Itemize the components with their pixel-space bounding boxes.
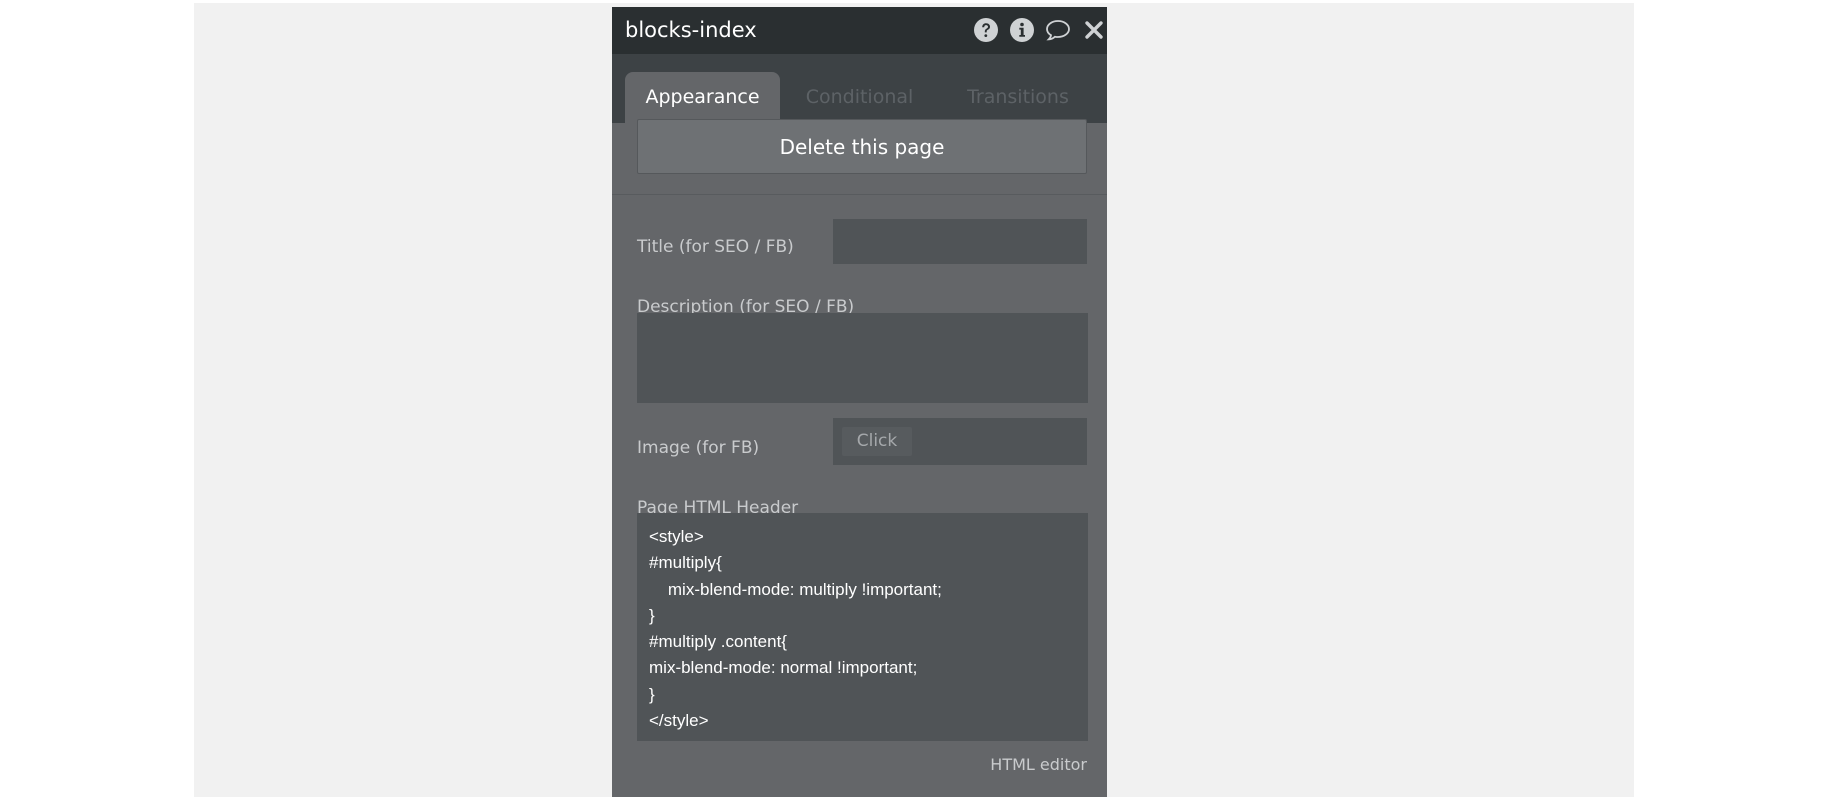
title-seo-input[interactable] bbox=[833, 219, 1087, 264]
tab-appearance[interactable]: Appearance bbox=[625, 72, 780, 123]
code-line: } bbox=[649, 684, 655, 704]
delete-page-button[interactable]: Delete this page bbox=[637, 119, 1087, 174]
panel-titlebar[interactable]: blocks-index bbox=[612, 7, 1107, 54]
question-circle-icon[interactable] bbox=[973, 17, 999, 43]
code-line: <style> bbox=[649, 527, 704, 546]
close-icon[interactable] bbox=[1081, 17, 1107, 43]
title-icons bbox=[963, 15, 1107, 45]
section-divider bbox=[612, 194, 1107, 195]
title-seo-label: Title (for SEO / FB) bbox=[637, 237, 794, 257]
image-fb-field[interactable]: Click bbox=[833, 418, 1087, 465]
property-editor-panel: blocks-index Appearance Conditional Tran… bbox=[612, 7, 1107, 797]
code-line: mix-blend-mode: normal !important; bbox=[649, 658, 918, 678]
tab-transitions[interactable]: Transitions bbox=[938, 72, 1098, 123]
comment-bubble-icon[interactable] bbox=[1045, 17, 1071, 43]
image-fb-label: Image (for FB) bbox=[637, 438, 760, 458]
image-upload-button[interactable]: Click bbox=[842, 427, 912, 456]
info-circle-icon[interactable] bbox=[1009, 17, 1035, 43]
page-html-header-textarea[interactable]: <style> #multiply{ mix-blend-mode: multi… bbox=[637, 513, 1088, 741]
tab-conditional[interactable]: Conditional bbox=[782, 72, 937, 123]
description-seo-textarea[interactable] bbox=[637, 313, 1088, 403]
code-line: #multiply{ bbox=[649, 553, 722, 573]
code-line: mix-blend-mode: multiply !important; bbox=[649, 579, 942, 599]
tab-bar: Appearance Conditional Transitions bbox=[612, 54, 1107, 123]
code-line: } bbox=[649, 605, 655, 625]
code-line: #multiply .content{ bbox=[649, 632, 787, 652]
html-editor-link[interactable]: HTML editor bbox=[990, 754, 1087, 776]
panel-title: blocks-index bbox=[625, 18, 757, 42]
code-line: </style> bbox=[649, 711, 709, 731]
